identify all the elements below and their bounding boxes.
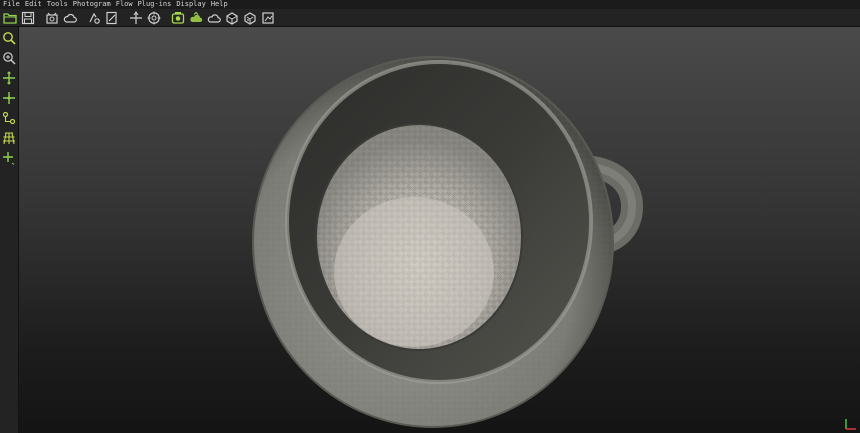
edit-image-button[interactable] (104, 10, 120, 26)
export-icon (262, 11, 274, 24)
menu-tools[interactable]: Tools (47, 0, 68, 9)
menu-photogram[interactable]: Photogram (73, 0, 111, 9)
textured-mesh-icon (244, 11, 256, 25)
main-toolbar (0, 9, 860, 27)
measure-button[interactable] (0, 108, 18, 127)
axis-gizmo-icon (845, 419, 856, 430)
menu-display[interactable]: Display (176, 0, 206, 9)
add-point-button[interactable] (0, 148, 18, 167)
mesh-button[interactable] (224, 10, 240, 26)
open-folder-icon (3, 12, 17, 24)
pointer-button[interactable] (128, 10, 144, 26)
textured-mesh-button[interactable] (242, 10, 258, 26)
measure-icon (2, 111, 16, 124)
open-project-button[interactable] (2, 10, 18, 26)
navigation-toolbar (0, 27, 19, 433)
cloud-button[interactable] (62, 10, 78, 26)
zoom-button[interactable] (0, 28, 18, 47)
target-icon (147, 11, 161, 24)
menu-file[interactable]: File (3, 0, 20, 9)
pan-button[interactable] (0, 68, 18, 87)
compute-photos-button[interactable] (170, 10, 186, 26)
zoom-extents-icon (3, 51, 16, 64)
point-tool-button[interactable] (86, 10, 102, 26)
orbit-icon (3, 91, 15, 104)
ceramic-cup-model (252, 56, 643, 428)
pan-icon (3, 70, 15, 85)
pointer-icon (130, 10, 142, 24)
menu-flow[interactable]: Flow (116, 0, 133, 9)
menu-help[interactable]: Help (211, 0, 228, 9)
zoom-extents-button[interactable] (0, 48, 18, 67)
orbit-button[interactable] (0, 88, 18, 107)
point-tool-icon (89, 12, 100, 24)
add-point-icon (3, 151, 15, 165)
import-photos-button[interactable] (44, 10, 60, 26)
photogrammetry-app-window: File Edit Tools Photogram Flow Plug-ins … (0, 0, 860, 433)
export-button[interactable] (260, 10, 276, 26)
compute-cloud-button[interactable] (188, 10, 204, 26)
save-button[interactable] (20, 10, 36, 26)
edit-image-icon (106, 11, 117, 24)
menu-edit[interactable]: Edit (25, 0, 42, 9)
mesh-cloud-button[interactable] (206, 10, 222, 26)
import-photos-icon (46, 12, 58, 24)
mesh-icon (226, 11, 238, 25)
menu-bar: File Edit Tools Photogram Flow Plug-ins … (0, 0, 860, 9)
cloud-icon (63, 13, 77, 23)
3d-viewport[interactable] (19, 27, 860, 433)
save-icon (21, 11, 35, 24)
grid-icon (3, 131, 15, 144)
menu-plug-ins[interactable]: Plug-ins (138, 0, 172, 9)
compute-photos-icon (171, 11, 185, 24)
mesh-cloud-icon (207, 13, 221, 23)
target-button[interactable] (146, 10, 162, 26)
grid-button[interactable] (0, 128, 18, 147)
zoom-icon (3, 31, 16, 45)
compute-cloud-icon (190, 11, 203, 22)
